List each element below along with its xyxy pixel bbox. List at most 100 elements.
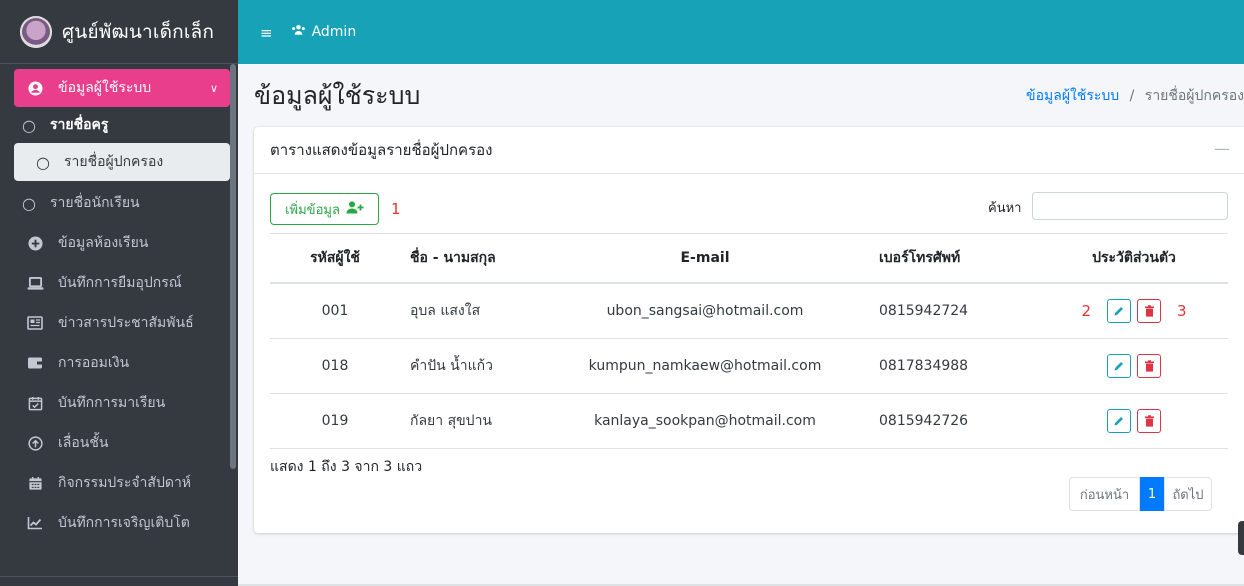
delete-button[interactable] xyxy=(1137,409,1161,433)
sidebar-item-parents[interactable]: ○ รายชื่อผู้ปกครอง xyxy=(14,143,230,181)
calendar-check-icon xyxy=(26,396,44,411)
card-header: ตารางแสดงข้อมูลรายชื่อผู้ปกครอง — xyxy=(254,127,1244,174)
laptop-icon xyxy=(26,276,44,291)
table-info: แสดง 1 ถึง 3 จาก 3 แถว xyxy=(270,459,423,475)
search-label: ค้นหา xyxy=(988,201,1022,216)
cell-actions xyxy=(1040,338,1228,394)
annotation-3: 3 xyxy=(1177,302,1187,320)
menu-toggle-icon[interactable]: ≡ xyxy=(260,24,273,42)
trash-icon xyxy=(1144,360,1154,372)
sidebar-item-attendance[interactable]: บันทึกการมาเรียน xyxy=(0,383,238,423)
table-header-row: รหัสผู้ใช้ ชื่อ - นามสกุล E-mail เบอร์โท… xyxy=(270,233,1228,284)
col-header-name[interactable]: ชื่อ - นามสกุล xyxy=(400,233,539,284)
col-header-profile[interactable]: ประวัติส่วนตัว xyxy=(1040,233,1228,284)
sidebar-divider xyxy=(0,576,238,577)
delete-button[interactable] xyxy=(1137,299,1161,323)
search-input[interactable] xyxy=(1032,192,1228,220)
brand[interactable]: ศูนย์พัฒนาเด็กเล็ก xyxy=(0,0,238,64)
sidebar-item-growth[interactable]: บันทึกการเจริญเติบโต xyxy=(0,503,238,543)
user-plus-icon xyxy=(346,200,364,218)
edit-button[interactable] xyxy=(1107,354,1131,378)
sidebar-item-label: บันทึกการยืมอุปกรณ์ xyxy=(58,275,182,291)
page-title: ข้อมูลผู้ใช้ระบบ xyxy=(254,81,421,110)
chart-line-icon xyxy=(26,516,44,530)
annotation-1: 1 xyxy=(391,200,401,218)
admin-menu[interactable]: Admin xyxy=(291,24,357,40)
sidebar-item-students[interactable]: ○ รายชื่อนักเรียน xyxy=(0,183,238,223)
delete-button[interactable] xyxy=(1137,354,1161,378)
plus-circle-icon xyxy=(26,235,44,251)
sidebar-item-label: บันทึกการมาเรียน xyxy=(58,395,166,411)
col-header-email[interactable]: E-mail xyxy=(539,233,871,284)
cell-user-id: 019 xyxy=(270,393,400,449)
breadcrumb-parent-link[interactable]: ข้อมูลผู้ใช้ระบบ xyxy=(1026,88,1119,104)
sidebar-scrollbar[interactable] xyxy=(230,64,236,469)
floating-widget-edge[interactable] xyxy=(1238,521,1244,555)
table-row: 019 กัลยา สุขปาน kanlaya_sookpan@hotmail… xyxy=(270,393,1228,449)
users-icon xyxy=(291,24,306,40)
edit-button[interactable] xyxy=(1107,299,1131,323)
add-data-button[interactable]: เพิ่มข้อมูล xyxy=(270,193,379,225)
cell-email: kanlaya_sookpan@hotmail.com xyxy=(539,393,871,449)
circle-icon: ○ xyxy=(22,115,36,135)
chevron-down-icon: ∨ xyxy=(209,81,218,95)
trash-icon xyxy=(1144,305,1154,317)
sidebar-item-classrooms[interactable]: ข้อมูลห้องเรียน xyxy=(0,223,238,263)
sidebar-item-news[interactable]: ข่าวสารประชาสัมพันธ์ xyxy=(0,303,238,343)
parents-table: รหัสผู้ใช้ ชื่อ - นามสกุล E-mail เบอร์โท… xyxy=(270,233,1228,449)
pencil-icon xyxy=(1114,417,1123,426)
breadcrumb-current: รายชื่อผู้ปกครอง xyxy=(1144,88,1244,104)
cell-phone: 0815942726 xyxy=(871,393,1040,449)
sidebar: ศูนย์พัฒนาเด็กเล็ก ข้อมูลผู้ใช้ระบบ ∨ ○ … xyxy=(0,0,238,586)
wallet-icon xyxy=(26,356,44,370)
row-actions: 2 3 xyxy=(1081,299,1187,323)
col-header-user-id[interactable]: รหัสผู้ใช้ xyxy=(270,233,400,284)
card-title: ตารางแสดงข้อมูลรายชื่อผู้ปกครอง xyxy=(270,141,493,159)
sidebar-item-label: รายชื่อครู xyxy=(50,117,109,133)
sidebar-item-equipment[interactable]: บันทึกการยืมอุปกรณ์ xyxy=(0,263,238,303)
cell-phone: 0817834988 xyxy=(871,338,1040,394)
cell-phone: 0815942724 xyxy=(871,283,1040,339)
sidebar-item-label: เลื่อนชั้น xyxy=(58,435,109,451)
admin-label: Admin xyxy=(311,24,357,40)
sidebar-item-label: ข้อมูลผู้ใช้ระบบ xyxy=(58,80,152,96)
pagination-prev[interactable]: ก่อนหน้า xyxy=(1069,477,1140,511)
breadcrumb-separator: / xyxy=(1129,88,1135,104)
breadcrumb: ข้อมูลผู้ใช้ระบบ / รายชื่อผู้ปกครอง xyxy=(1026,85,1244,107)
cell-name: คำปัน น้ำแก้ว xyxy=(400,338,539,394)
top-navbar: ≡ Admin xyxy=(238,0,1244,64)
sidebar-item-label: รายชื่อนักเรียน xyxy=(50,195,140,211)
cell-email: ubon_sangsai@hotmail.com xyxy=(539,283,871,339)
sidebar-item-user-data[interactable]: ข้อมูลผู้ใช้ระบบ ∨ xyxy=(14,69,230,107)
edit-button[interactable] xyxy=(1107,409,1131,433)
row-actions xyxy=(1107,354,1161,378)
cell-user-id: 018 xyxy=(270,338,400,394)
table-row: 001 อุบล แสงใส ubon_sangsai@hotmail.com … xyxy=(270,283,1228,339)
annotation-2: 2 xyxy=(1081,302,1091,320)
cell-name: กัลยา สุขปาน xyxy=(400,393,539,449)
circle-icon: ○ xyxy=(36,152,50,172)
sidebar-item-savings[interactable]: การออมเงิน xyxy=(0,343,238,383)
newspaper-icon xyxy=(26,316,44,330)
sidebar-item-label: การออมเงิน xyxy=(58,355,130,371)
collapse-icon[interactable]: — xyxy=(1214,139,1230,158)
pagination-next[interactable]: ถัดไป xyxy=(1164,477,1212,511)
cell-actions xyxy=(1040,393,1228,449)
table-row: 018 คำปัน น้ำแก้ว kumpun_namkaew@hotmail… xyxy=(270,338,1228,394)
sidebar-item-label: ข่าวสารประชาสัมพันธ์ xyxy=(58,315,194,331)
add-data-label: เพิ่มข้อมูล xyxy=(285,202,340,218)
cell-name: อุบล แสงใส xyxy=(400,283,539,339)
sidebar-item-teachers[interactable]: ○ รายชื่อครู xyxy=(0,107,238,143)
pencil-icon xyxy=(1114,362,1123,371)
sidebar-item-promotion[interactable]: เลื่อนชั้น xyxy=(0,423,238,463)
parents-card: ตารางแสดงข้อมูลรายชื่อผู้ปกครอง — เพิ่มข… xyxy=(254,127,1244,533)
pencil-icon xyxy=(1114,307,1123,316)
col-header-phone[interactable]: เบอร์โทรศัพท์ xyxy=(871,233,1040,284)
pagination-page-1[interactable]: 1 xyxy=(1140,477,1164,511)
cell-email: kumpun_namkaew@hotmail.com xyxy=(539,338,871,394)
trash-icon xyxy=(1144,415,1154,427)
sidebar-item-label: กิจกรรมประจำสัปดาห์ xyxy=(58,475,192,491)
cell-user-id: 001 xyxy=(270,283,400,339)
sidebar-item-weekly-activities[interactable]: กิจกรรมประจำสัปดาห์ xyxy=(0,463,238,503)
brand-logo xyxy=(20,15,52,48)
